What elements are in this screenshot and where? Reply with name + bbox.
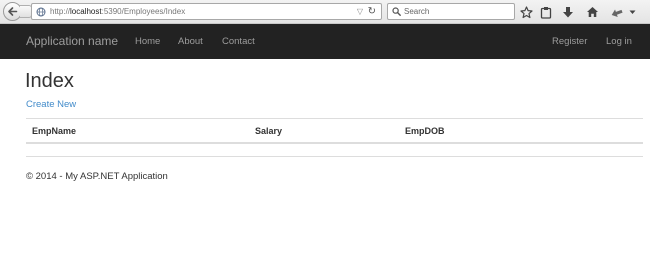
url-path: :5390/Employees/Index [101, 7, 186, 16]
nav-link-about[interactable]: About [178, 36, 203, 48]
home-icon[interactable] [584, 4, 600, 20]
url-text[interactable]: http://localhost:5390/Employees/Index [50, 6, 185, 17]
column-header-salary: Salary [255, 126, 283, 136]
brand-link[interactable]: Application name [26, 34, 118, 49]
create-new-link[interactable]: Create New [26, 99, 76, 111]
url-prefix: http:// [50, 7, 71, 16]
footer-divider [26, 156, 643, 157]
search-bar[interactable]: Search [387, 3, 515, 20]
url-host: localhost [70, 7, 102, 16]
footer-copyright: © 2014 - My ASP.NET Application [26, 171, 168, 182]
url-bar[interactable]: http://localhost:5390/Employees/Index ▽ … [31, 3, 382, 20]
nav-link-register[interactable]: Register [552, 36, 587, 48]
menu-chevron-icon[interactable] [626, 4, 638, 20]
nav-link-contact[interactable]: Contact [222, 36, 255, 48]
nav-link-login[interactable]: Log in [606, 36, 632, 48]
table-header-border [26, 142, 643, 144]
column-header-empdob: EmpDOB [405, 126, 445, 136]
reload-icon[interactable]: ↻ [368, 5, 376, 18]
send-icon[interactable] [609, 4, 625, 20]
download-icon[interactable] [560, 4, 576, 20]
site-navbar: Application name Home About Contact Regi… [0, 24, 650, 59]
table-top-border [26, 118, 643, 119]
column-header-empname: EmpName [32, 126, 77, 136]
clipboard-icon[interactable] [538, 4, 554, 20]
back-arrow-icon [8, 7, 18, 16]
browser-toolbar: http://localhost:5390/Employees/Index ▽ … [0, 0, 650, 24]
search-input[interactable]: Search [404, 6, 429, 17]
globe-icon [36, 7, 46, 17]
page-title: Index [25, 70, 74, 92]
nav-link-home[interactable]: Home [135, 36, 160, 48]
star-icon[interactable] [518, 4, 534, 20]
dropdown-arrow-icon[interactable]: ▽ [357, 6, 363, 17]
search-icon [392, 7, 401, 16]
